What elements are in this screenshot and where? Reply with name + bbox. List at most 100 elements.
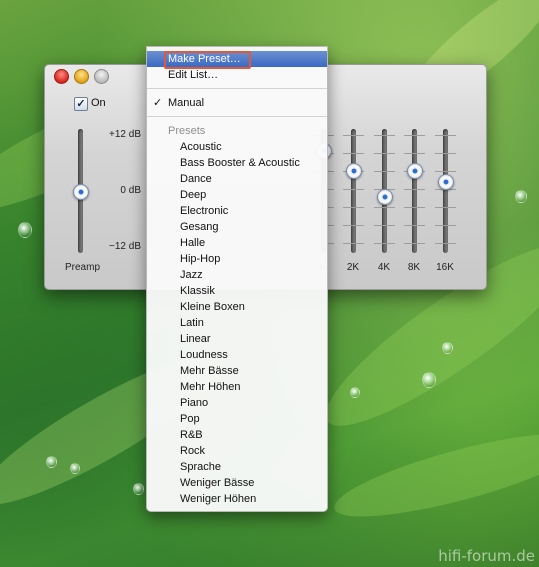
band-label: 2K [346,262,360,273]
menu-item-preset[interactable]: Piano [147,395,327,411]
grass-blade [327,417,539,533]
menu-item-preset[interactable]: Mehr Bässe [147,363,327,379]
menu-item-preset[interactable]: Klassik [147,283,327,299]
menu-item-preset[interactable]: Rock [147,443,327,459]
water-drop [70,463,80,474]
menu-item-preset[interactable]: Bass Booster & Acoustic [147,155,327,171]
close-window-button[interactable] [54,69,69,84]
slider-tick [435,135,456,136]
menu-item-preset[interactable]: Loudness [147,347,327,363]
preset-label: Jazz [180,269,203,281]
menu-item-preset[interactable]: Deep [147,187,327,203]
menu-item-preset[interactable]: Linear [147,331,327,347]
water-drop [515,190,527,203]
menu-item-preset[interactable]: Acoustic [147,139,327,155]
preset-label: Latin [180,317,204,329]
band-slider-track[interactable] [412,129,417,253]
band-slider-knob[interactable] [407,163,423,180]
slider-tick [343,225,364,226]
eq-enable-checkbox[interactable]: ✓ [74,97,88,111]
presets-header: Presets [147,123,327,139]
minimize-window-button[interactable] [74,69,89,84]
menu-item-preset[interactable]: Weniger Bässe [147,475,327,491]
slider-tick [343,243,364,244]
slider-tick [404,189,425,190]
slider-tick [343,207,364,208]
menu-item-preset[interactable]: Kleine Boxen [147,299,327,315]
db-label-middle: 0 dB [120,185,141,196]
slider-tick [374,243,395,244]
checkmark-icon: ✓ [153,97,163,109]
band-slider-knob[interactable] [377,189,393,206]
menu-item-preset[interactable]: Pop [147,411,327,427]
preset-label: Deep [180,189,207,201]
slider-tick [404,135,425,136]
eq-enable-label: On [91,97,106,109]
menu-item-preset[interactable]: Latin [147,315,327,331]
menu-item-preset[interactable]: Electronic [147,203,327,219]
preset-label: R&B [180,429,203,441]
preset-label: Mehr Höhen [180,381,241,393]
preset-label: Piano [180,397,209,409]
slider-tick [404,225,425,226]
band-slider-knob[interactable] [438,173,454,190]
edit-list-label: Edit List… [168,69,219,81]
preamp-slider-knob[interactable] [73,184,89,200]
preset-label: Kleine Boxen [180,301,245,313]
preset-label: Sprache [180,461,221,473]
band-slider-track[interactable] [351,129,356,253]
preset-label: Hip-Hop [180,253,221,265]
menu-item-preset[interactable]: Halle [147,235,327,251]
band-slider-track[interactable] [443,129,448,253]
water-drop [18,222,32,238]
menu-item-make-preset[interactable]: Make Preset… [147,51,327,69]
preset-label: Gesang [180,221,219,233]
band-slider-knob[interactable] [346,163,362,180]
preset-label: Loudness [180,349,228,361]
db-label-top: +12 dB [109,129,141,140]
slider-tick [374,207,395,208]
zoom-window-button[interactable] [94,69,109,84]
band-label: 16K [436,262,454,273]
band-label: 8K [407,262,421,273]
preset-label: Halle [180,237,206,249]
slider-tick [404,153,425,154]
slider-tick [343,153,364,154]
preset-label: Rock [180,445,206,457]
preset-label: Linear [180,333,211,345]
preset-popup-menu: Make Preset… Edit List… ✓ Manual Presets… [146,46,328,512]
preset-label: Mehr Bässe [180,365,239,377]
slider-tick [435,243,456,244]
slider-tick [374,153,395,154]
preset-label: Bass Booster & Acoustic [180,157,300,169]
menu-item-preset[interactable]: Dance [147,171,327,187]
menu-item-manual[interactable]: ✓ Manual [147,95,327,111]
menu-item-edit-list[interactable]: Edit List… [147,67,327,83]
preset-label: Acoustic [180,141,222,153]
slider-tick [374,225,395,226]
menu-separator [147,88,327,89]
slider-tick [435,225,456,226]
menu-item-preset[interactable]: Mehr Höhen [147,379,327,395]
menu-item-preset[interactable]: Gesang [147,219,327,235]
preset-label: Klassik [180,285,215,297]
water-drop [46,456,57,468]
slider-tick [343,189,364,190]
slider-tick [343,135,364,136]
preamp-label: Preamp [65,262,101,273]
menu-item-preset[interactable]: Jazz [147,267,327,283]
preset-label: Weniger Bässe [180,477,255,489]
water-drop [133,483,144,495]
water-drop [442,342,453,354]
menu-item-preset[interactable]: Hip-Hop [147,251,327,267]
slider-tick [435,153,456,154]
preset-label: Dance [180,173,212,185]
menu-separator [147,116,327,117]
preset-label: Weniger Höhen [180,493,257,505]
menu-item-preset[interactable]: Weniger Höhen [147,491,327,507]
presets-header-label: Presets [168,125,206,137]
slider-tick [435,207,456,208]
menu-item-preset[interactable]: R&B [147,427,327,443]
menu-item-preset[interactable]: Sprache [147,459,327,475]
manual-label: Manual [168,97,205,109]
